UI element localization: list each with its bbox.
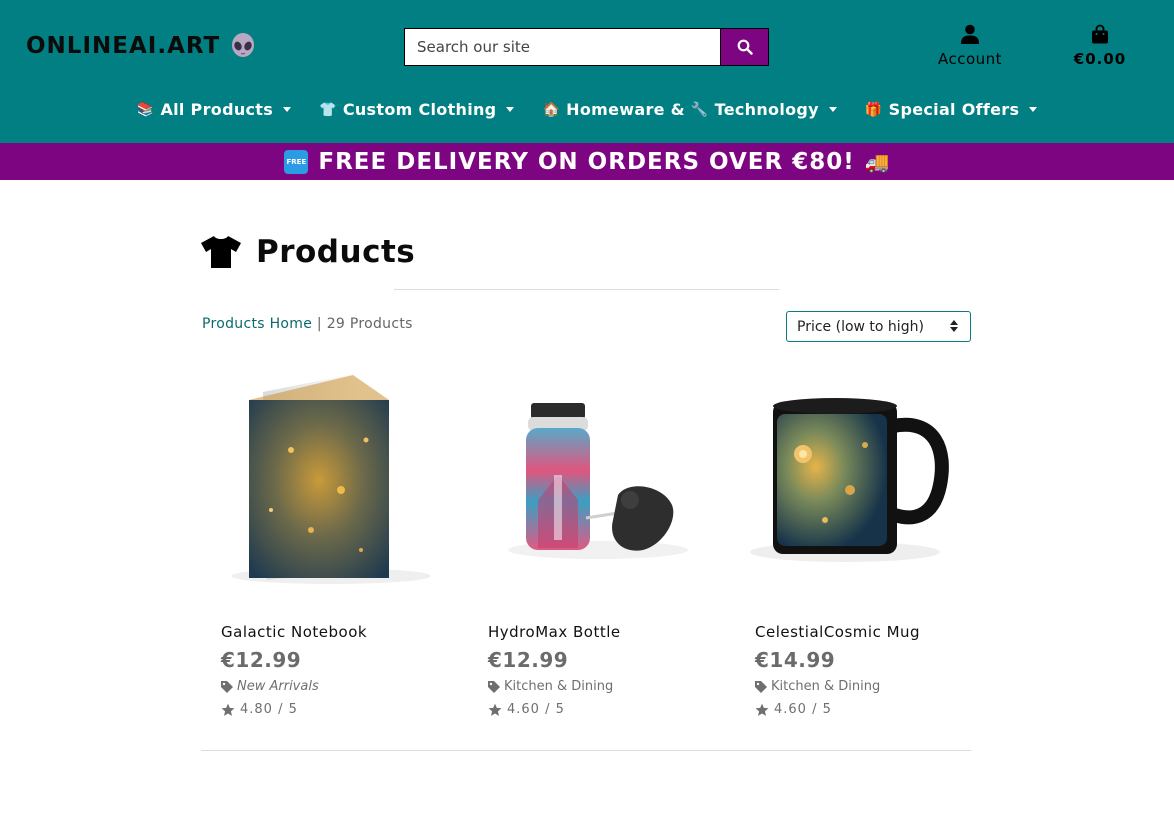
- divider: [394, 289, 779, 290]
- product-category[interactable]: Kitchen & Dining: [488, 679, 613, 694]
- tshirt-icon: [201, 236, 241, 268]
- chevron-down-icon: [828, 107, 837, 112]
- product-count: 29 Products: [326, 316, 413, 332]
- house-icon: 🏠: [542, 101, 561, 118]
- nav-label: Special Offers: [888, 100, 1020, 119]
- search-input[interactable]: [404, 28, 720, 66]
- account-link[interactable]: Account: [930, 24, 1010, 68]
- nav-homeware-technology[interactable]: 🏠 Homeware & 🔧 Technology: [542, 100, 837, 119]
- search-icon: [737, 39, 753, 55]
- product-name[interactable]: CelestialCosmic Mug: [755, 623, 920, 641]
- product-price: €12.99: [488, 648, 569, 672]
- product-price: €14.99: [755, 648, 836, 672]
- star-icon: [488, 703, 502, 716]
- user-icon: [961, 24, 979, 44]
- tshirt-icon: 👕: [319, 101, 337, 118]
- gift-icon: 🎁: [864, 101, 883, 118]
- promo-banner: FREE FREE DELIVERY ON ORDERS OVER €80! 🚚: [0, 143, 1174, 180]
- product-image: [231, 374, 431, 584]
- star-icon: [221, 703, 235, 716]
- product-image: [750, 398, 949, 562]
- search-button[interactable]: [720, 28, 769, 66]
- chevron-down-icon: [506, 107, 515, 112]
- product-name[interactable]: Galactic Notebook: [221, 623, 367, 641]
- product-card[interactable]: Galactic Notebook €12.99 New Arrivals 4.…: [201, 370, 441, 717]
- page-title: Products: [200, 234, 415, 270]
- books-icon: 📚: [136, 101, 155, 118]
- free-badge-icon: FREE: [284, 149, 309, 174]
- breadcrumb-products-home[interactable]: Products Home: [202, 316, 312, 332]
- tag-icon: [221, 680, 233, 693]
- main-nav: 📚 All Products 👕 Custom Clothing 🏠 Homew…: [0, 100, 1174, 119]
- account-label: Account: [937, 50, 1003, 68]
- nav-all-products[interactable]: 📚 All Products: [136, 100, 292, 119]
- search-bar: [404, 28, 769, 66]
- product-rating-value: 4.80 / 5: [240, 702, 298, 717]
- product-card[interactable]: CelestialCosmic Mug €14.99 Kitchen & Din…: [735, 370, 975, 717]
- promo-text: FREE DELIVERY ON ORDERS OVER €80!: [318, 148, 855, 175]
- cart-total: €0.00: [1073, 50, 1127, 68]
- alien-icon: [232, 33, 255, 57]
- chevron-down-icon: [283, 107, 292, 112]
- sort-select[interactable]: Price (low to high): [786, 311, 971, 342]
- nav-special-offers[interactable]: 🎁 Special Offers: [864, 100, 1038, 119]
- product-price: €12.99: [221, 648, 302, 672]
- tag-icon: [488, 680, 500, 693]
- product-rating-value: 4.60 / 5: [774, 702, 832, 717]
- product-category[interactable]: New Arrivals: [221, 679, 319, 694]
- product-name[interactable]: HydroMax Bottle: [488, 623, 621, 641]
- page-title-text: Products: [256, 234, 416, 270]
- product-category-label: Kitchen & Dining: [771, 679, 881, 694]
- nav-custom-clothing[interactable]: 👕 Custom Clothing: [319, 100, 515, 119]
- sort-selected-value: Price (low to high): [797, 318, 924, 335]
- logo-text: ONLINEAI.ART: [26, 33, 221, 59]
- wrench-icon: 🔧: [690, 101, 709, 118]
- product-category-label: Kitchen & Dining: [504, 679, 614, 694]
- nav-label: Technology: [714, 100, 819, 119]
- product-category[interactable]: Kitchen & Dining: [755, 679, 880, 694]
- product-rating: 4.60 / 5: [755, 702, 832, 717]
- nav-label: All Products: [160, 100, 274, 119]
- product-image: [508, 403, 688, 559]
- breadcrumb-separator: |: [312, 316, 327, 332]
- nav-label: Custom Clothing: [342, 100, 497, 119]
- breadcrumb: Products Home | 29 Products: [202, 316, 413, 332]
- cart-link[interactable]: €0.00: [1068, 24, 1132, 68]
- shopping-bag-icon: [1092, 24, 1108, 44]
- select-arrows-icon: [950, 320, 958, 332]
- nav-label: Homeware &: [566, 100, 685, 119]
- star-icon: [755, 703, 769, 716]
- tag-icon: [755, 680, 767, 693]
- product-rating: 4.60 / 5: [488, 702, 565, 717]
- divider: [201, 750, 971, 751]
- product-category-label: New Arrivals: [237, 679, 319, 694]
- product-rating: 4.80 / 5: [221, 702, 298, 717]
- site-logo[interactable]: ONLINEAI.ART: [26, 33, 256, 59]
- chevron-down-icon: [1029, 107, 1038, 112]
- truck-icon: 🚚: [864, 149, 890, 174]
- product-rating-value: 4.60 / 5: [507, 702, 565, 717]
- product-card[interactable]: HydroMax Bottle €12.99 Kitchen & Dining …: [468, 370, 708, 717]
- site-header: ONLINEAI.ART Account €0.: [0, 0, 1174, 143]
